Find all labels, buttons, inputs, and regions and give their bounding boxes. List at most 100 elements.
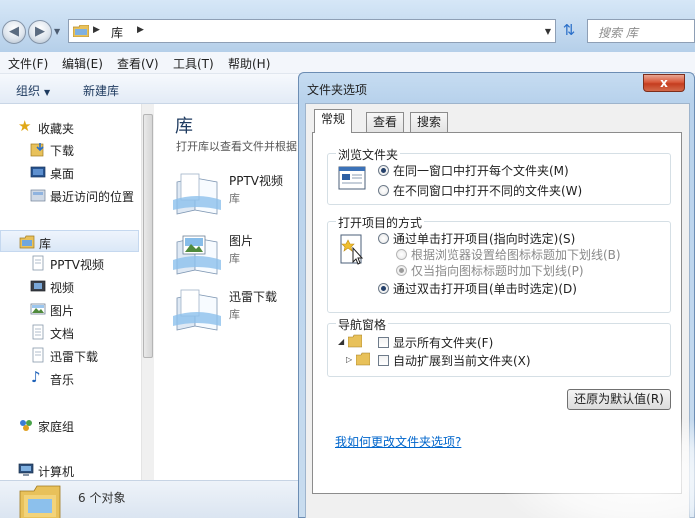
sidebar-item-computer[interactable]: 计算机 (0, 459, 140, 481)
homegroup-icon (20, 420, 32, 431)
address-bar[interactable]: ▶ 库 ▶ ▼ (68, 19, 556, 43)
library-document-icon (173, 289, 221, 331)
sidebar-item-label: 迅雷下载 (50, 350, 99, 364)
sidebar-item-recent-places[interactable]: 最近访问的位置 (0, 184, 140, 206)
folder-options-dialog: 文件夹选项 x 常规 查看 搜索 浏览文件夹 在同一窗口中打开每个文件夹(M) … (298, 72, 695, 518)
click-items-group: 打开项目的方式 通过单击打开项目(指向时选定)(S) 根据浏览器设置给图标标题加… (327, 214, 671, 313)
video-icon (30, 280, 46, 292)
document-icon (32, 347, 44, 363)
chevron-down-icon[interactable]: ▼ (545, 27, 551, 36)
sidebar-item-libraries[interactable]: 库 (0, 230, 139, 252)
folder-icon (73, 25, 89, 37)
menu-help[interactable]: 帮助(H) (228, 55, 270, 72)
scrollbar-thumb[interactable] (143, 114, 153, 358)
recent-pages-dropdown-icon[interactable]: ▼ (54, 27, 60, 36)
content-area: 库 打开库以查看文件并根据 PPTV视频 库 图片 库 迅雷下载 库 (155, 104, 305, 480)
group-label: 浏览文件夹 (336, 146, 401, 163)
option-label: 根据浏览器设置给图标标题加下划线(B) (411, 248, 621, 262)
sidebar-item-pictures[interactable]: 图片 (0, 298, 140, 320)
desktop-icon (30, 166, 46, 178)
sidebar-item-label: 收藏夹 (38, 122, 75, 136)
document-icon (32, 255, 44, 271)
folder-icon (356, 352, 370, 366)
radio-different-window[interactable]: 在不同窗口中打开不同的文件夹(W) (378, 182, 582, 199)
menu-edit[interactable]: 编辑(E) (62, 55, 103, 72)
library-type: 库 (229, 252, 240, 265)
radio-same-window[interactable]: 在同一窗口中打开每个文件夹(M) (378, 162, 569, 179)
radio-indicator (378, 185, 389, 196)
tab-general[interactable]: 常规 (314, 109, 353, 133)
radio-indicator (396, 249, 407, 260)
chevron-right-icon[interactable]: ▶ (137, 25, 144, 35)
checkbox-indicator (378, 337, 389, 348)
option-label: 自动扩展到当前文件夹(X) (393, 354, 531, 368)
menu-file[interactable]: 文件(F) (8, 55, 48, 72)
organize-button[interactable]: 组织 ▼ (16, 82, 50, 99)
dialog-title: 文件夹选项 (307, 83, 368, 97)
radio-indicator (378, 165, 389, 176)
close-icon: x (660, 76, 668, 90)
sidebar-item-desktop[interactable]: 桌面 (0, 161, 140, 183)
sidebar-item-pptv[interactable]: PPTV视频 (0, 252, 140, 274)
sidebar-item-label: 音乐 (50, 373, 75, 387)
option-label: 通过单击打开项目(指向时选定)(S) (393, 232, 576, 246)
close-button[interactable]: x (643, 74, 685, 92)
click-pointer-icon (340, 234, 364, 265)
option-label: 通过双击打开项目(单击时选定)(D) (393, 282, 577, 296)
tab-search[interactable]: 搜索 (410, 112, 449, 132)
restore-defaults-button[interactable]: 还原为默认值(R) (567, 389, 671, 410)
menu-view[interactable]: 查看(V) (117, 55, 159, 72)
library-name: PPTV视频 (229, 174, 284, 188)
refresh-icon[interactable]: ⇅ (558, 19, 580, 43)
browse-folders-group: 浏览文件夹 在同一窗口中打开每个文件夹(M) 在不同窗口中打开不同的文件夹(W) (327, 146, 671, 205)
tree-expanded-icon: ◢ (338, 337, 345, 346)
document-icon (32, 324, 44, 340)
address-path[interactable]: 库 (111, 24, 123, 41)
sidebar-item-music[interactable]: ♪ 音乐 (0, 367, 140, 389)
page-title: 库 (175, 116, 193, 137)
library-item-pptv[interactable]: PPTV视频 库 (173, 168, 303, 220)
menu-tools[interactable]: 工具(T) (173, 55, 214, 72)
library-folder-icon (19, 235, 35, 249)
search-input[interactable]: 搜索 库 (587, 19, 695, 43)
music-note-icon: ♪ (31, 368, 41, 386)
download-folder-icon (30, 143, 44, 157)
sidebar-item-label: 图片 (50, 304, 75, 318)
new-library-button[interactable]: 新建库 (83, 82, 119, 99)
radio-double-click[interactable]: 通过双击打开项目(单击时选定)(D) (378, 280, 577, 297)
forward-button[interactable]: ▶ (28, 20, 52, 44)
sidebar-item-videos[interactable]: 视频 (0, 275, 140, 297)
checkbox-auto-expand[interactable]: 自动扩展到当前文件夹(X) (378, 352, 531, 369)
tab-view[interactable]: 查看 (366, 112, 405, 132)
radio-indicator (396, 265, 407, 276)
checkbox-show-all-folders[interactable]: 显示所有文件夹(F) (378, 334, 493, 351)
library-picture-icon (173, 235, 221, 275)
recent-places-icon (30, 189, 46, 202)
sidebar-item-label: PPTV视频 (50, 258, 105, 272)
library-type: 库 (229, 308, 240, 321)
library-item-pictures[interactable]: 图片 库 (173, 228, 303, 280)
help-link[interactable]: 我如何更改文件夹选项? (335, 433, 461, 450)
sidebar-item-favorites[interactable]: ★ 收藏夹 (0, 116, 140, 138)
library-item-thunder[interactable]: 迅雷下载 库 (173, 284, 303, 336)
star-icon: ★ (18, 117, 32, 135)
sidebar-item-label: 库 (39, 237, 52, 251)
option-label: 在同一窗口中打开每个文件夹(M) (393, 164, 569, 178)
sidebar-item-label: 家庭组 (38, 420, 75, 434)
library-folder-icon (19, 485, 61, 518)
sidebar-item-documents[interactable]: 文档 (0, 321, 140, 343)
sidebar-item-thunder-downloads[interactable]: 迅雷下载 (0, 344, 140, 366)
tree-collapsed-icon: ▷ (346, 355, 353, 364)
organize-label: 组织 (16, 84, 41, 98)
radio-underline-point[interactable]: 仅当指向图标标题时加下划线(P) (396, 262, 584, 279)
sidebar-item-homegroup[interactable]: 家庭组 (0, 414, 140, 436)
sidebar-item-downloads[interactable]: 下载 (0, 138, 140, 160)
chevron-right-icon[interactable]: ▶ (93, 25, 100, 35)
library-name: 迅雷下载 (229, 290, 278, 304)
radio-single-click[interactable]: 通过单击打开项目(指向时选定)(S) (378, 230, 575, 247)
library-name: 图片 (229, 234, 254, 248)
back-button[interactable]: ◀ (2, 20, 26, 44)
radio-underline-browser[interactable]: 根据浏览器设置给图标标题加下划线(B) (396, 246, 621, 263)
navigation-pane-scrollbar[interactable] (141, 104, 154, 480)
dialog-body: 常规 查看 搜索 浏览文件夹 在同一窗口中打开每个文件夹(M) 在不同窗口中打开… (305, 103, 690, 518)
